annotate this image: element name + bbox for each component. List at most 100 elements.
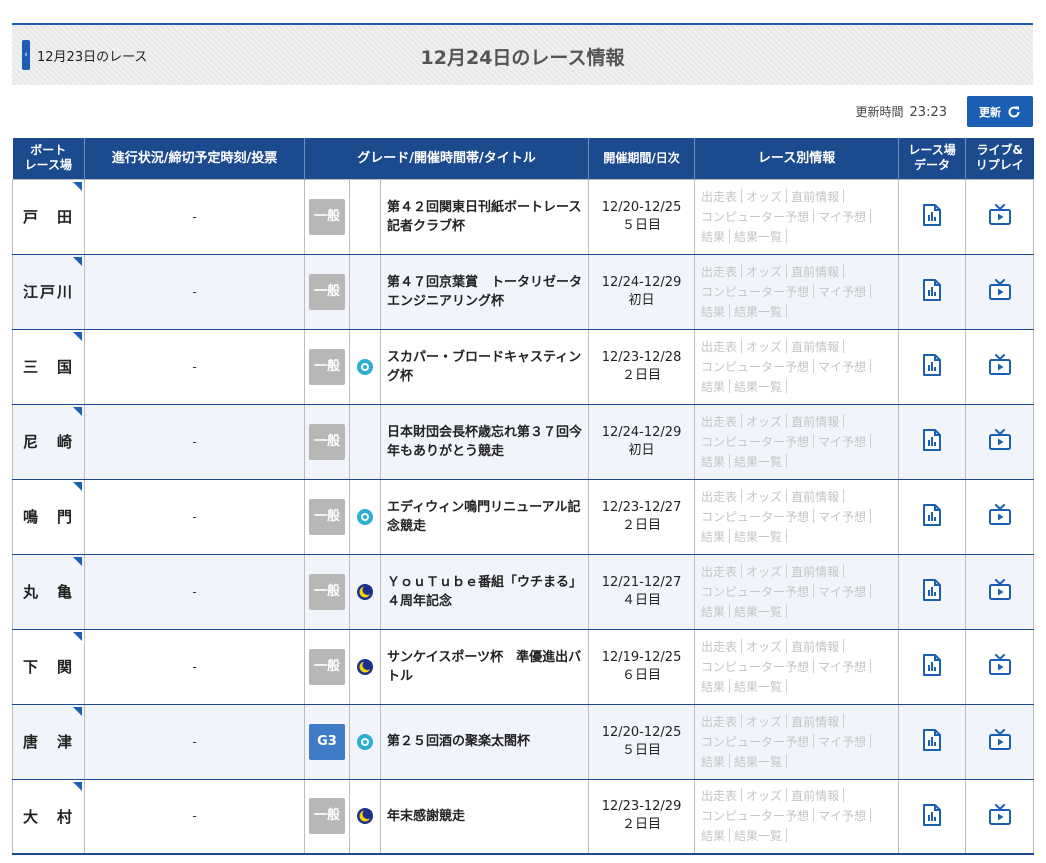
venue-corner-icon[interactable]	[73, 781, 82, 791]
venue-corner-icon[interactable]	[73, 631, 82, 641]
link-my_prediction[interactable]: マイ予想	[818, 510, 866, 524]
link-my_prediction[interactable]: マイ予想	[818, 660, 866, 674]
link-odds[interactable]: オッズ	[746, 565, 782, 579]
link-computer[interactable]: コンピューター予想	[701, 435, 809, 449]
link-entry[interactable]: 出走表	[701, 565, 737, 579]
link-odds[interactable]: オッズ	[746, 490, 782, 504]
venue-name[interactable]: 大 村	[23, 808, 74, 826]
link-before[interactable]: 直前情報	[791, 789, 839, 803]
venue-data-button[interactable]	[922, 354, 942, 379]
link-entry[interactable]: 出走表	[701, 490, 737, 504]
venue-name[interactable]: 丸 亀	[23, 583, 74, 601]
link-entry[interactable]: 出走表	[701, 715, 737, 729]
link-result[interactable]: 結果	[701, 380, 725, 394]
link-my_prediction[interactable]: マイ予想	[818, 735, 866, 749]
link-computer[interactable]: コンピューター予想	[701, 360, 809, 374]
link-result_list[interactable]: 結果一覧	[734, 755, 782, 769]
link-entry[interactable]: 出走表	[701, 190, 737, 204]
link-result[interactable]: 結果	[701, 755, 725, 769]
link-computer[interactable]: コンピューター予想	[701, 735, 809, 749]
live-replay-button[interactable]	[988, 729, 1012, 754]
link-odds[interactable]: オッズ	[746, 340, 782, 354]
link-entry[interactable]: 出走表	[701, 789, 737, 803]
link-computer[interactable]: コンピューター予想	[701, 660, 809, 674]
link-my_prediction[interactable]: マイ予想	[818, 809, 866, 823]
live-replay-button[interactable]	[988, 354, 1012, 379]
live-replay-button[interactable]	[988, 504, 1012, 529]
refresh-button[interactable]: 更新	[967, 96, 1033, 127]
link-computer[interactable]: コンピューター予想	[701, 210, 809, 224]
venue-name[interactable]: 三 国	[23, 358, 74, 376]
venue-name[interactable]: 唐 津	[23, 733, 74, 751]
link-before[interactable]: 直前情報	[791, 565, 839, 579]
venue-data-button[interactable]	[922, 279, 942, 304]
link-result_list[interactable]: 結果一覧	[734, 455, 782, 469]
venue-corner-icon[interactable]	[73, 481, 82, 491]
link-odds[interactable]: オッズ	[746, 789, 782, 803]
link-my_prediction[interactable]: マイ予想	[818, 210, 866, 224]
live-replay-button[interactable]	[988, 429, 1012, 454]
link-computer[interactable]: コンピューター予想	[701, 285, 809, 299]
link-result[interactable]: 結果	[701, 230, 725, 244]
link-before[interactable]: 直前情報	[791, 640, 839, 654]
link-result_list[interactable]: 結果一覧	[734, 230, 782, 244]
link-odds[interactable]: オッズ	[746, 265, 782, 279]
venue-corner-icon[interactable]	[73, 256, 82, 266]
venue-corner-icon[interactable]	[73, 331, 82, 341]
link-before[interactable]: 直前情報	[791, 340, 839, 354]
link-computer[interactable]: コンピューター予想	[701, 510, 809, 524]
link-result_list[interactable]: 結果一覧	[734, 305, 782, 319]
venue-corner-icon[interactable]	[73, 406, 82, 416]
link-computer[interactable]: コンピューター予想	[701, 809, 809, 823]
link-odds[interactable]: オッズ	[746, 415, 782, 429]
link-result[interactable]: 結果	[701, 455, 725, 469]
venue-name[interactable]: 鳴 門	[23, 508, 74, 526]
venue-data-button[interactable]	[922, 579, 942, 604]
venue-corner-icon[interactable]	[73, 556, 82, 566]
link-entry[interactable]: 出走表	[701, 640, 737, 654]
live-replay-button[interactable]	[988, 204, 1012, 229]
link-entry[interactable]: 出走表	[701, 265, 737, 279]
link-before[interactable]: 直前情報	[791, 715, 839, 729]
link-odds[interactable]: オッズ	[746, 190, 782, 204]
venue-data-button[interactable]	[922, 803, 942, 829]
link-before[interactable]: 直前情報	[791, 415, 839, 429]
venue-name[interactable]: 下 関	[23, 658, 74, 676]
venue-data-button[interactable]	[922, 654, 942, 679]
link-result[interactable]: 結果	[701, 305, 725, 319]
live-replay-button[interactable]	[988, 654, 1012, 679]
link-my_prediction[interactable]: マイ予想	[818, 360, 866, 374]
link-before[interactable]: 直前情報	[791, 190, 839, 204]
link-odds[interactable]: オッズ	[746, 640, 782, 654]
link-result[interactable]: 結果	[701, 530, 725, 544]
venue-name[interactable]: 江戸川	[23, 283, 74, 301]
link-my_prediction[interactable]: マイ予想	[818, 585, 866, 599]
link-odds[interactable]: オッズ	[746, 715, 782, 729]
link-result[interactable]: 結果	[701, 829, 725, 843]
link-my_prediction[interactable]: マイ予想	[818, 435, 866, 449]
link-entry[interactable]: 出走表	[701, 415, 737, 429]
link-result[interactable]: 結果	[701, 605, 725, 619]
venue-data-button[interactable]	[922, 429, 942, 454]
venue-name[interactable]: 尼 崎	[23, 433, 74, 451]
link-entry[interactable]: 出走表	[701, 340, 737, 354]
live-replay-button[interactable]	[988, 803, 1012, 829]
link-computer[interactable]: コンピューター予想	[701, 585, 809, 599]
link-result_list[interactable]: 結果一覧	[734, 829, 782, 843]
live-replay-button[interactable]	[988, 279, 1012, 304]
link-result_list[interactable]: 結果一覧	[734, 605, 782, 619]
link-before[interactable]: 直前情報	[791, 490, 839, 504]
link-before[interactable]: 直前情報	[791, 265, 839, 279]
link-result_list[interactable]: 結果一覧	[734, 530, 782, 544]
venue-data-button[interactable]	[922, 729, 942, 754]
venue-corner-icon[interactable]	[73, 706, 82, 716]
venue-name[interactable]: 戸 田	[23, 208, 74, 226]
link-result_list[interactable]: 結果一覧	[734, 380, 782, 394]
live-replay-button[interactable]	[988, 579, 1012, 604]
link-result_list[interactable]: 結果一覧	[734, 680, 782, 694]
link-result[interactable]: 結果	[701, 680, 725, 694]
venue-data-button[interactable]	[922, 504, 942, 529]
venue-data-button[interactable]	[922, 204, 942, 229]
link-my_prediction[interactable]: マイ予想	[818, 285, 866, 299]
venue-corner-icon[interactable]	[73, 181, 82, 191]
